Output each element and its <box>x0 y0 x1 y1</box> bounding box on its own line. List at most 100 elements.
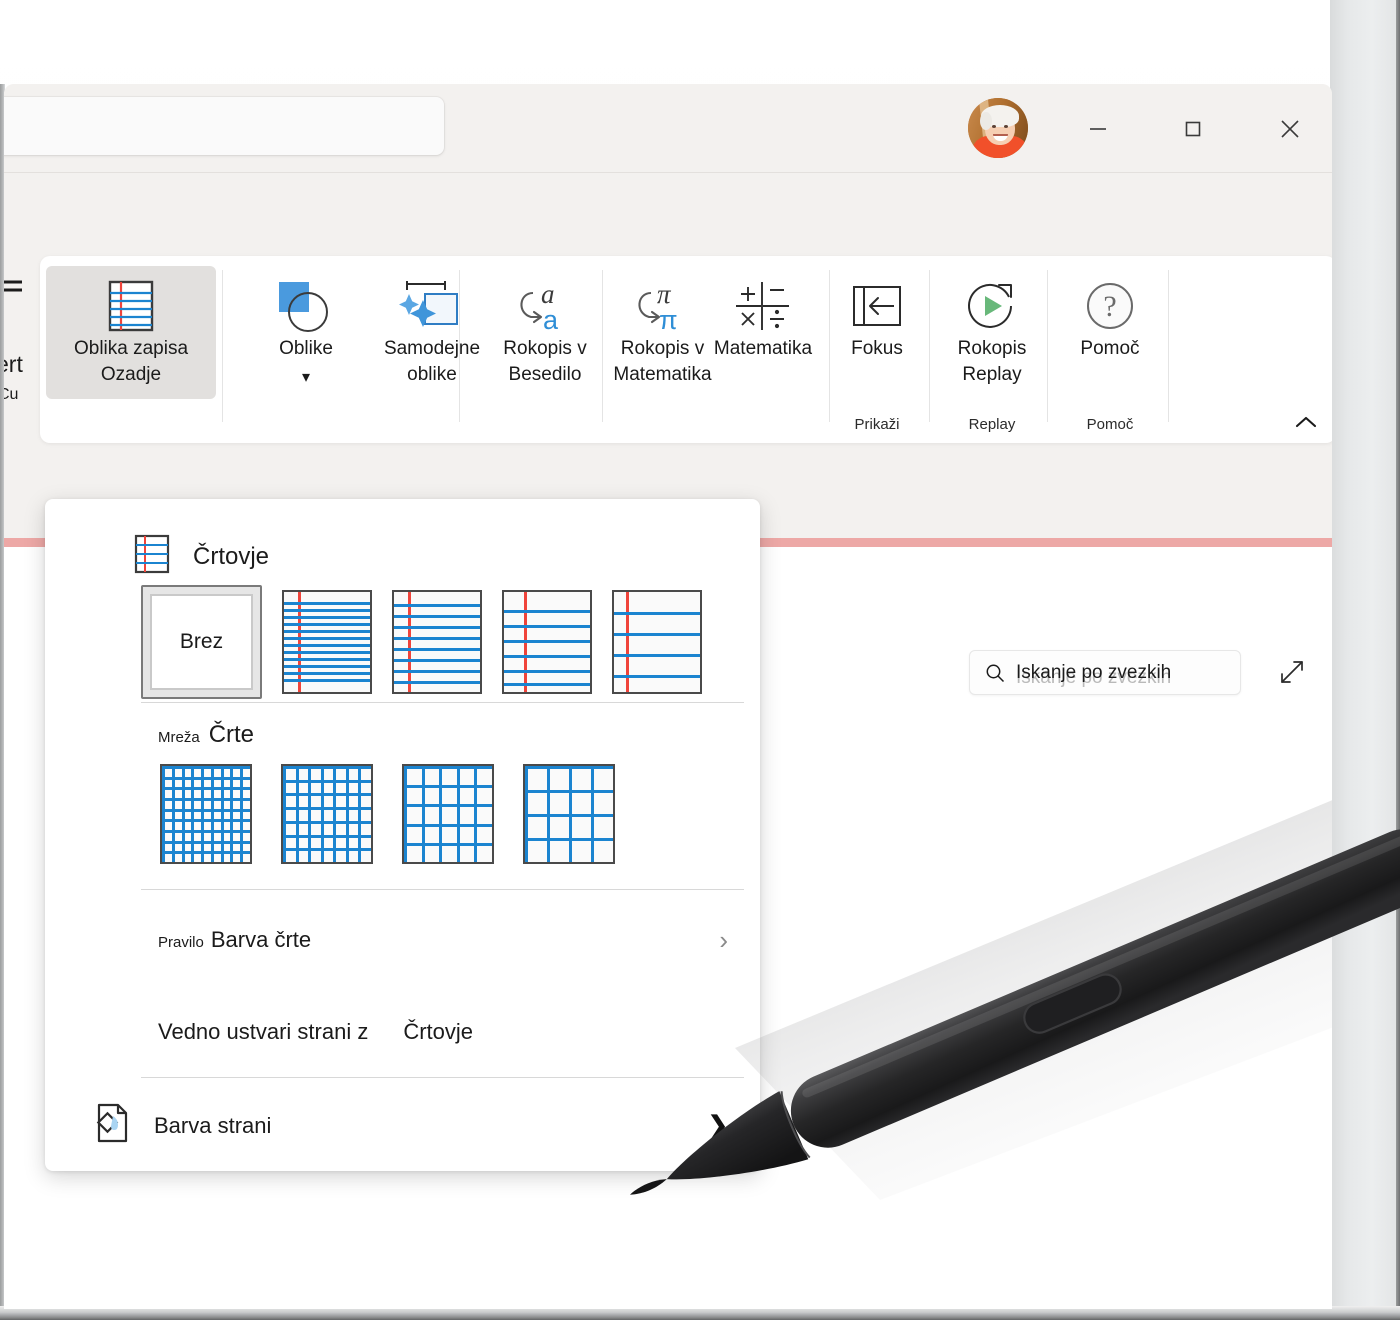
row-prefix-label: Pravilo <box>158 934 204 951</box>
group-label-pomoc: Pomoč <box>1050 416 1170 433</box>
ribbon-button-pomoc[interactable]: ? Pomoč <box>1050 276 1170 362</box>
shapes-icon <box>275 276 337 336</box>
rule-style-option-standard[interactable] <box>502 590 592 694</box>
ribbon-button-label: Rokopis v <box>621 336 704 362</box>
grid-line-vertical <box>191 766 194 862</box>
flyout-divider-2 <box>141 889 744 890</box>
cut-off-toolbar-icon <box>4 275 30 302</box>
grid-line-horizontal <box>283 848 371 851</box>
chevron-right-icon[interactable]: › <box>719 927 728 953</box>
grid-line-horizontal <box>162 862 250 864</box>
ribbon-button-label: Samodejne <box>384 336 480 362</box>
grid-line-vertical <box>221 766 224 862</box>
grid-line-vertical <box>422 766 425 862</box>
page-color-icon <box>92 1102 132 1149</box>
group-separator <box>459 270 460 422</box>
flyout-header: Črtovje <box>133 534 269 579</box>
close-icon <box>1276 115 1304 143</box>
ruled-page-icon <box>133 534 171 579</box>
grid-section-big-label: Črte <box>209 721 254 749</box>
ribbon-button-rokopis-v-besedilo[interactable]: a a Rokopis v Besedilo <box>480 276 610 387</box>
titlebar-search-box[interactable] <box>4 97 444 155</box>
grid-line-horizontal <box>404 804 492 807</box>
search-input-value: Iskanje po zvezkih <box>1016 662 1171 684</box>
row-value: Črtovje <box>403 1019 473 1045</box>
ribbon-button-oblika-zapisa-ozadje[interactable]: Oblika zapisa Ozadje <box>46 266 216 399</box>
svg-text:a: a <box>543 305 559 335</box>
background-flyout-menu: Črtovje Brez <box>45 499 760 1171</box>
rule-style-options: Brez <box>141 585 702 699</box>
grid-style-option-medium[interactable] <box>281 764 373 864</box>
close-button[interactable] <box>1259 84 1321 173</box>
group-separator <box>829 270 830 422</box>
maximize-button[interactable] <box>1162 84 1224 173</box>
row-label: Barva črte <box>211 927 311 953</box>
auto-shapes-icon <box>397 276 467 336</box>
grid-line-horizontal <box>162 777 250 780</box>
grid-line-horizontal <box>404 843 492 846</box>
search-icon <box>984 662 1006 684</box>
flyout-row-barva-crte[interactable]: Pravilo Barva črte › <box>158 927 728 953</box>
grid-style-option-extra-large[interactable] <box>523 764 615 864</box>
flyout-divider-3 <box>141 1077 744 1078</box>
ribbon-collapse-button[interactable] <box>1292 411 1320 433</box>
grid-line-horizontal <box>162 851 250 854</box>
device-right-edge <box>1396 0 1400 1320</box>
rule-style-option-narrow[interactable] <box>282 590 372 694</box>
grid-line-horizontal <box>283 862 371 864</box>
group-label-replay: Replay <box>932 416 1052 433</box>
ribbon-button-label: Oblike <box>279 336 333 362</box>
rule-style-none-label: Brez <box>150 594 253 690</box>
grid-line-horizontal <box>162 809 250 812</box>
cut-off-ribbon-label-2: Cu <box>4 386 18 404</box>
grid-style-option-large[interactable] <box>402 764 494 864</box>
grid-line-vertical <box>404 766 407 862</box>
chevron-down-icon[interactable]: ▾ <box>302 370 310 386</box>
grid-line-horizontal <box>404 785 492 788</box>
rule-style-option-brez[interactable]: Brez <box>141 585 262 699</box>
grid-style-option-small[interactable] <box>160 764 252 864</box>
focus-icon <box>848 276 906 336</box>
grid-line-horizontal <box>404 766 492 769</box>
grid-line-horizontal <box>162 787 250 790</box>
ribbon-button-oblike[interactable]: Oblike ▾ <box>245 276 367 386</box>
grid-line-vertical <box>371 766 373 862</box>
search-input[interactable]: Iskanje po zvezkih <box>969 650 1241 695</box>
grid-line-vertical <box>474 766 477 862</box>
grid-line-vertical <box>162 766 165 862</box>
flyout-row-barva-strani[interactable]: Barva strani ❯ <box>92 1102 728 1149</box>
maximize-icon <box>1180 116 1206 142</box>
rule-style-option-wide[interactable] <box>612 590 702 694</box>
flyout-row-vedno-ustvari-strani-z[interactable]: Vedno ustvari strani z Črtovje <box>158 1019 728 1045</box>
chevron-right-icon[interactable]: ❯ <box>708 1114 728 1138</box>
group-separator <box>222 270 223 422</box>
grid-line-vertical <box>591 766 594 862</box>
ribbon-button-sublabel: oblike <box>407 362 457 388</box>
rule-style-option-college[interactable] <box>392 590 482 694</box>
grid-line-horizontal <box>162 819 250 822</box>
grid-line-horizontal <box>404 824 492 827</box>
svg-text:π: π <box>659 305 678 335</box>
grid-section-small-label: Mreža <box>158 729 200 746</box>
ribbon-button-rokopis-replay[interactable]: Rokopis Replay <box>932 276 1052 387</box>
grid-line-vertical <box>182 766 185 862</box>
grid-line-vertical <box>492 766 494 862</box>
avatar[interactable] <box>968 98 1028 158</box>
app-window: Iskanje po zvezkih <box>4 84 1332 1309</box>
minimize-button[interactable] <box>1067 84 1129 173</box>
grid-line-vertical <box>211 766 214 862</box>
ink-replay-icon <box>961 276 1023 336</box>
ribbon-button-sublabel: Replay <box>962 362 1021 388</box>
grid-section-label: Mreža Črte <box>158 721 254 749</box>
grid-line-vertical <box>439 766 442 862</box>
grid-line-horizontal <box>162 841 250 844</box>
ribbon-button-fokus[interactable]: Fokus <box>832 276 922 362</box>
screenshot-root: Iskanje po zvezkih <box>0 0 1400 1320</box>
grid-line-vertical <box>613 766 615 862</box>
chevron-up-icon <box>1294 414 1318 430</box>
ribbon-button-label: Matematika <box>714 336 812 362</box>
math-icon <box>732 276 794 336</box>
ribbon-button-matematika[interactable]: Matematika <box>703 276 823 362</box>
expand-button[interactable] <box>1272 652 1312 692</box>
group-separator <box>1168 270 1169 422</box>
